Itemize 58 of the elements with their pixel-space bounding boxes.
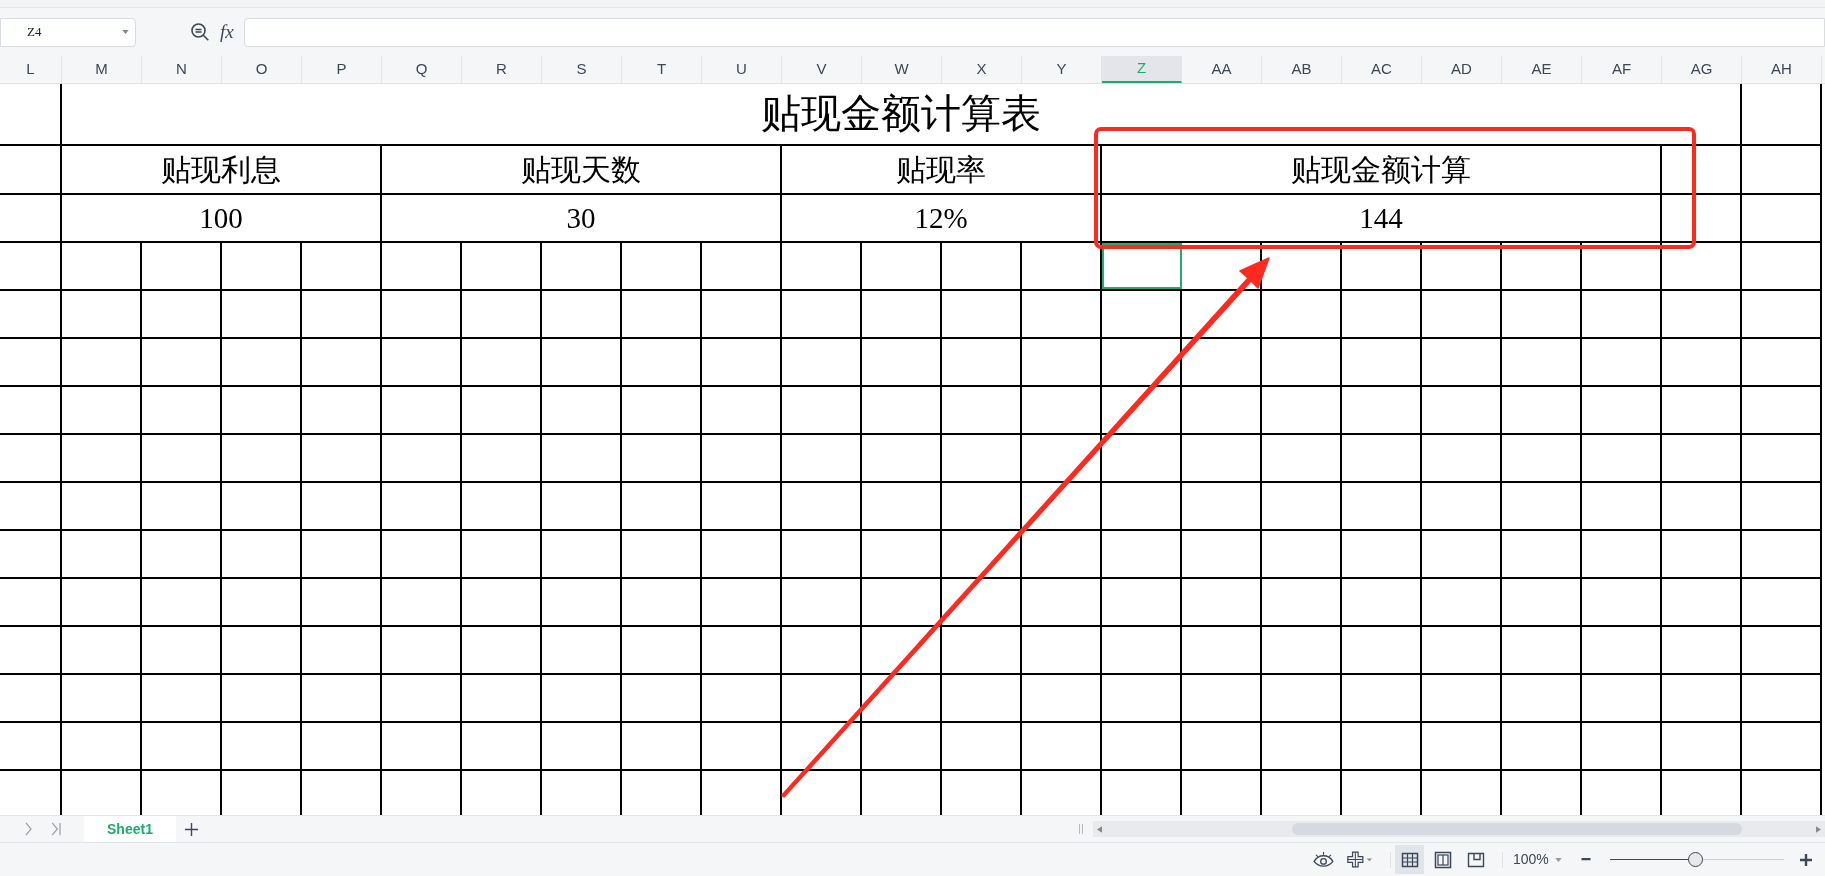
column-header[interactable]: R [462, 56, 542, 83]
sheet-title: 贴现金额计算表 [62, 84, 1742, 146]
column-header[interactable]: Q [382, 56, 462, 83]
formula-input[interactable] [243, 17, 1825, 47]
normal-view-icon[interactable] [1395, 845, 1424, 874]
dropdown-caret-icon [122, 30, 129, 34]
grid-cell[interactable] [1742, 146, 1822, 195]
column-header[interactable]: U [702, 56, 782, 83]
value-cell: 144 [1102, 195, 1662, 243]
zoom-in-icon[interactable] [1799, 853, 1812, 866]
column-header[interactable]: L [0, 56, 62, 83]
selected-cell[interactable] [1102, 243, 1182, 289]
grid-cell[interactable] [1742, 84, 1822, 146]
column-header[interactable]: AC [1342, 56, 1422, 83]
value-cell: 100 [62, 195, 382, 243]
slider-thumb[interactable] [1688, 852, 1704, 867]
column-header[interactable]: AG [1662, 56, 1742, 83]
column-header[interactable]: AA [1182, 56, 1262, 83]
column-header[interactable]: S [542, 56, 622, 83]
zoom-slider[interactable] [1609, 851, 1784, 868]
horizontal-scrollbar[interactable] [1093, 821, 1825, 837]
value-cell: 12% [782, 195, 1102, 243]
name-box[interactable]: Z4 [0, 17, 136, 47]
header-cell: 贴现金额计算 [1102, 146, 1662, 195]
zoom-dropdown[interactable]: 100% [1513, 849, 1562, 870]
scroll-right-icon[interactable] [1816, 825, 1821, 833]
zoom-search-icon[interactable] [190, 22, 210, 42]
grid-cell[interactable] [0, 84, 62, 146]
column-header[interactable]: O [222, 56, 302, 83]
add-sheet-icon[interactable] [184, 821, 199, 837]
grid-cell[interactable] [0, 195, 62, 243]
caret-icon [1554, 857, 1562, 862]
crosshair-icon[interactable] [1346, 851, 1374, 868]
column-header[interactable]: AB [1262, 56, 1342, 83]
grid-cell[interactable] [1662, 146, 1742, 195]
column-header[interactable]: W [862, 56, 942, 83]
column-header[interactable]: V [782, 56, 862, 83]
column-header[interactable]: P [302, 56, 382, 83]
grid-cell[interactable] [1662, 195, 1742, 243]
column-header[interactable]: T [622, 56, 702, 83]
column-header[interactable]: AE [1502, 56, 1582, 83]
column-header[interactable]: M [62, 56, 142, 83]
eye-icon[interactable] [1313, 852, 1334, 867]
zoom-out-icon[interactable] [1579, 858, 1592, 861]
scroll-left-icon[interactable] [1097, 825, 1102, 833]
header-cell: 贴现率 [782, 146, 1102, 195]
value-cell: 30 [382, 195, 782, 243]
header-cell: 贴现天数 [382, 146, 782, 195]
column-header[interactable]: N [142, 56, 222, 83]
grid-cell[interactable] [0, 146, 62, 195]
grid-cell[interactable] [1742, 195, 1822, 243]
column-header[interactable]: AD [1422, 56, 1502, 83]
column-header[interactable]: X [942, 56, 1022, 83]
function-label[interactable]: fx [220, 17, 234, 47]
column-header[interactable]: AF [1582, 56, 1662, 83]
splitter-handle[interactable] [1079, 824, 1083, 834]
column-header[interactable]: AH [1742, 56, 1822, 83]
header-cell: 贴现利息 [62, 146, 382, 195]
